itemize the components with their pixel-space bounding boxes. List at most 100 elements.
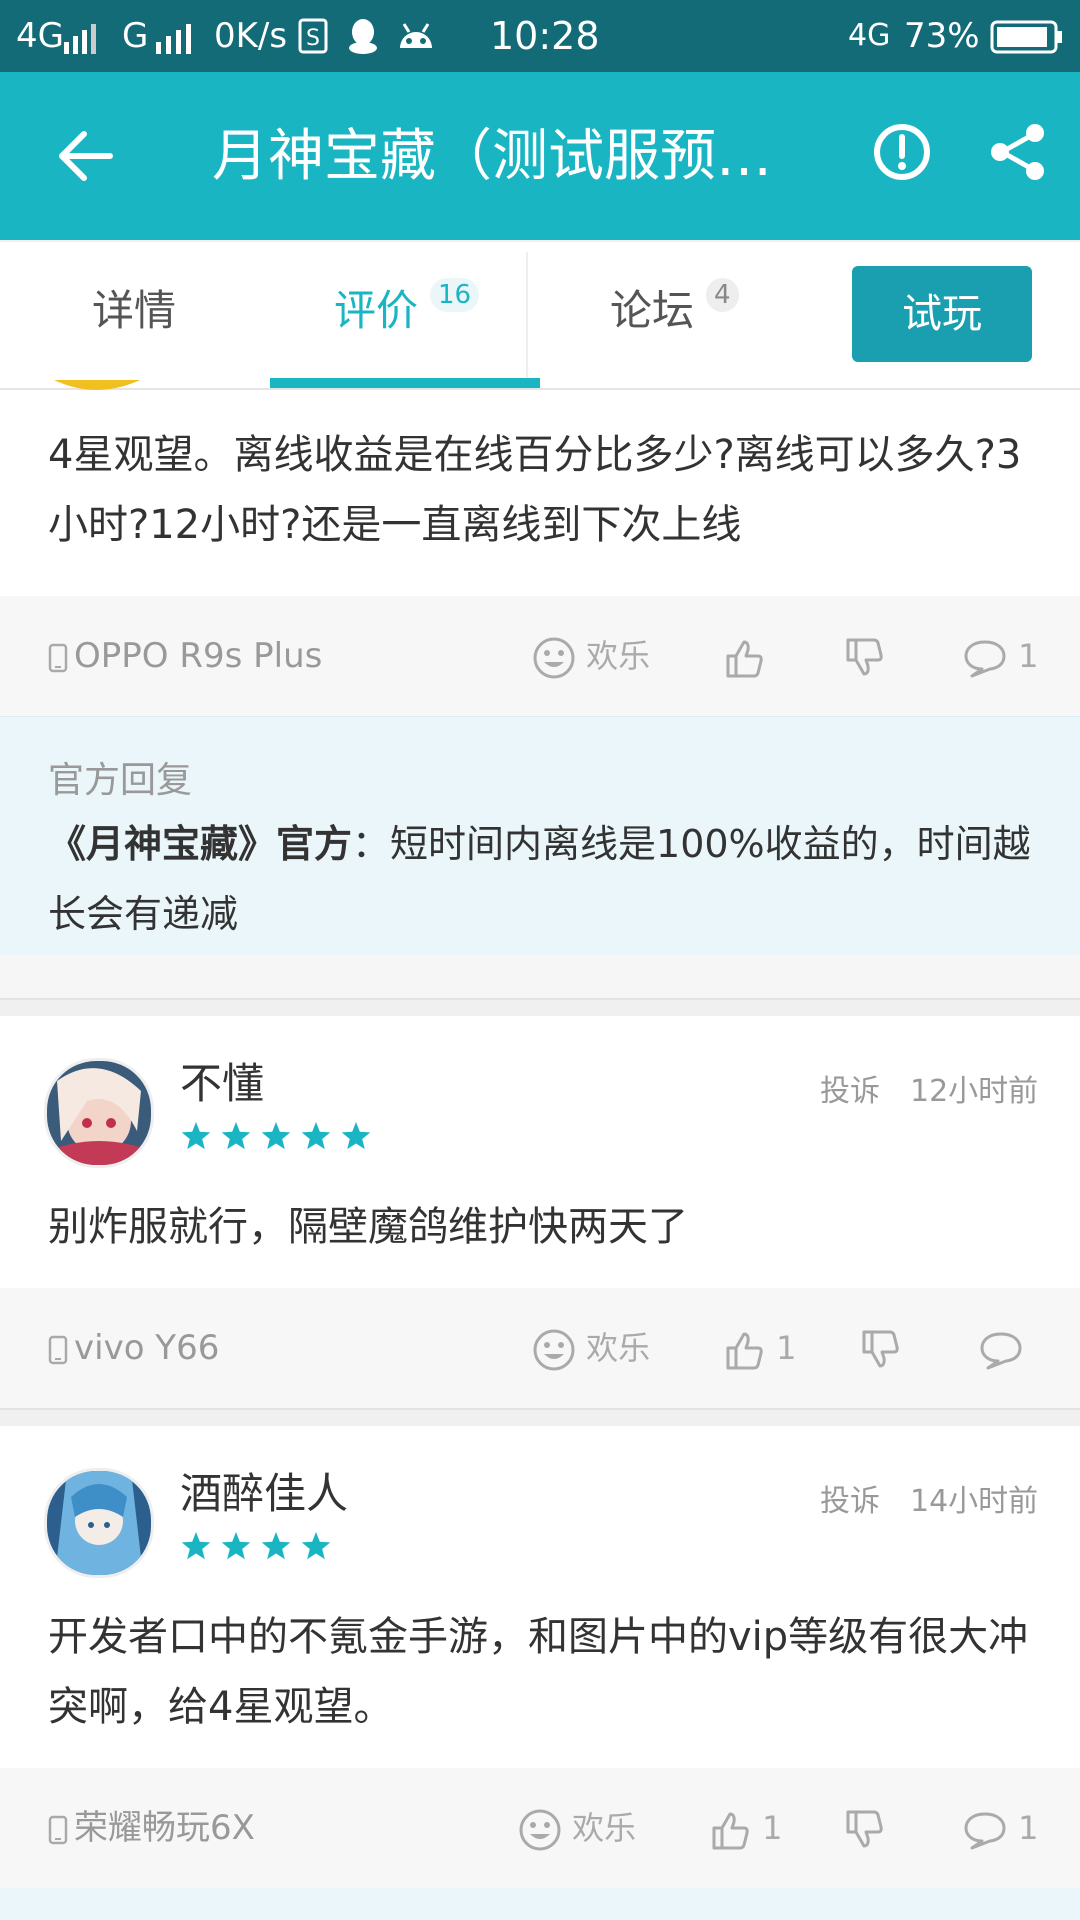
star-rating <box>181 1122 370 1150</box>
star-icon <box>221 1532 251 1560</box>
tab-bar: 详情 评价 16 论坛 4 试玩 <box>0 242 1080 390</box>
official-reply-label: 官方回复 <box>48 760 193 801</box>
thumbs-up-icon <box>712 1812 749 1850</box>
timestamp: 14小时前 <box>910 1484 1039 1519</box>
star-icon <box>181 1122 211 1150</box>
page-title: 月神宝藏（测试服预… <box>212 124 772 189</box>
thumbs-up-icon <box>726 1332 763 1370</box>
comment-button[interactable] <box>978 1288 1024 1408</box>
star-icon <box>341 1122 370 1150</box>
mood-label: 欢乐 <box>572 1809 637 1847</box>
title-bar: 月神宝藏（测试服预… <box>0 72 1080 240</box>
device-label: vivo Y66 <box>48 1288 219 1408</box>
comment-button[interactable]: 1 <box>962 1768 1039 1888</box>
battery-icon <box>990 20 1062 54</box>
network-speed: 0K/s <box>214 16 288 56</box>
tab-forum[interactable]: 论坛 4 <box>530 242 830 388</box>
thumbs-down-icon <box>846 1810 883 1848</box>
report-link[interactable]: 投诉 <box>820 1066 880 1110</box>
avatar[interactable] <box>44 1468 154 1578</box>
spacer <box>0 955 1080 998</box>
tab-label: 详情 <box>92 286 177 335</box>
smiley-icon <box>519 1809 561 1851</box>
comment-count: 1 <box>1018 1809 1039 1847</box>
review-meta-bar: OPPO R9s Plus 欢乐 1 <box>0 596 1080 716</box>
tab-details[interactable]: 详情 <box>0 242 270 388</box>
review-card: 酒醉佳人 投诉 14小时前 开发者口中的不氪金手游，和图片中的vip等级有很大冲… <box>0 1426 1080 1768</box>
svg-text:S: S <box>306 26 320 51</box>
timestamp: 12小时前 <box>910 1074 1039 1109</box>
signal-icon-2 <box>156 24 191 54</box>
comment-icon <box>980 1332 1022 1370</box>
mood-button[interactable]: 欢乐 <box>532 1288 650 1408</box>
star-icon <box>221 1122 251 1150</box>
avatar-image <box>47 1061 151 1165</box>
like-button[interactable] <box>722 596 766 716</box>
review-card: 不懂 投诉 12小时前 别炸服就行，隔壁魔鸽维护快两天了 <box>0 1016 1080 1288</box>
device-name: 荣耀畅玩6X <box>74 1808 255 1848</box>
star-icon <box>261 1532 291 1560</box>
like-count: 1 <box>776 1329 797 1367</box>
tab-label: 评价 <box>334 286 419 335</box>
active-tab-indicator <box>270 378 540 388</box>
star-icon <box>261 1122 291 1150</box>
like-button[interactable]: 1 <box>722 1288 797 1408</box>
official-reply-preview <box>0 1888 1080 1920</box>
avatar-image <box>47 1471 151 1575</box>
mood-label: 欢乐 <box>586 637 651 675</box>
review-meta-bar: vivo Y66 欢乐 1 <box>0 1288 1080 1408</box>
mood-button[interactable]: 欢乐 <box>518 1768 636 1888</box>
phone-icon <box>48 1815 68 1844</box>
like-count: 1 <box>762 1809 783 1847</box>
review-text: 开发者口中的不氪金手游，和图片中的vip等级有很大冲突啊，给4星观望。 <box>48 1614 1029 1730</box>
avatar[interactable] <box>44 1058 154 1168</box>
username[interactable]: 酒醉佳人 <box>180 1468 348 1520</box>
official-reply: 官方回复 《月神宝藏》官方：短时间内离线是100%收益的，时间越长会有递减 <box>0 716 1080 956</box>
star-icon <box>181 1532 211 1560</box>
smiley-icon <box>533 637 575 679</box>
review-card: 4星观望。离线收益是在线百分比多少?离线可以多久?3小时?12小时?还是一直离线… <box>0 380 1080 596</box>
thumbs-down-icon <box>846 638 883 676</box>
thumbs-up-icon <box>726 640 763 678</box>
mood-label: 欢乐 <box>586 1329 651 1367</box>
dislike-button[interactable] <box>842 596 886 716</box>
review-meta-bar: 荣耀畅玩6X 欢乐 1 1 <box>0 1768 1080 1888</box>
clock: 10:28 <box>490 14 600 58</box>
username[interactable]: 不懂 <box>180 1058 264 1110</box>
android-icon <box>400 23 432 48</box>
report-link[interactable]: 投诉 <box>820 1476 880 1520</box>
sim-s-icon: S <box>298 18 328 54</box>
status-bar: 4G G 0K/s S 10:28 4G 73% <box>0 0 1080 72</box>
signal-icon <box>64 24 96 54</box>
section-divider <box>0 998 1080 1016</box>
section-divider <box>0 1408 1080 1426</box>
star-icon <box>301 1532 331 1560</box>
device-label: OPPO R9s Plus <box>48 596 322 716</box>
avatar <box>54 380 140 390</box>
trial-play-button[interactable]: 试玩 <box>852 266 1032 362</box>
qq-icon <box>349 19 377 54</box>
tab-separator <box>526 252 528 378</box>
like-button[interactable]: 1 <box>708 1768 783 1888</box>
alert-circle-icon[interactable] <box>872 122 932 182</box>
tab-reviews[interactable]: 评价 16 <box>270 242 530 388</box>
review-text: 4星观望。离线收益是在线百分比多少?离线可以多久?3小时?12小时?还是一直离线… <box>48 432 1022 548</box>
arrow-left-icon[interactable] <box>56 126 116 186</box>
comment-icon <box>964 1812 1006 1850</box>
comment-button[interactable]: 1 <box>962 596 1039 716</box>
tab-count-badge: 4 <box>706 278 739 312</box>
device-name: vivo Y66 <box>74 1328 220 1368</box>
tab-label: 论坛 <box>610 286 695 335</box>
battery-percent: 73% <box>904 16 980 56</box>
official-reply-body: 《月神宝藏》官方：短时间内离线是100%收益的，时间越长会有递减 <box>48 809 1038 949</box>
dislike-button[interactable] <box>842 1768 886 1888</box>
share-icon[interactable] <box>988 122 1048 182</box>
phone-icon <box>48 643 68 672</box>
phone-icon <box>48 1335 68 1364</box>
tab-count-badge: 16 <box>430 278 480 312</box>
mood-button[interactable]: 欢乐 <box>532 596 650 716</box>
network-type-2: G <box>122 16 149 56</box>
network-type-3: 4G <box>848 18 891 53</box>
star-rating <box>181 1532 331 1560</box>
dislike-button[interactable] <box>858 1288 902 1408</box>
